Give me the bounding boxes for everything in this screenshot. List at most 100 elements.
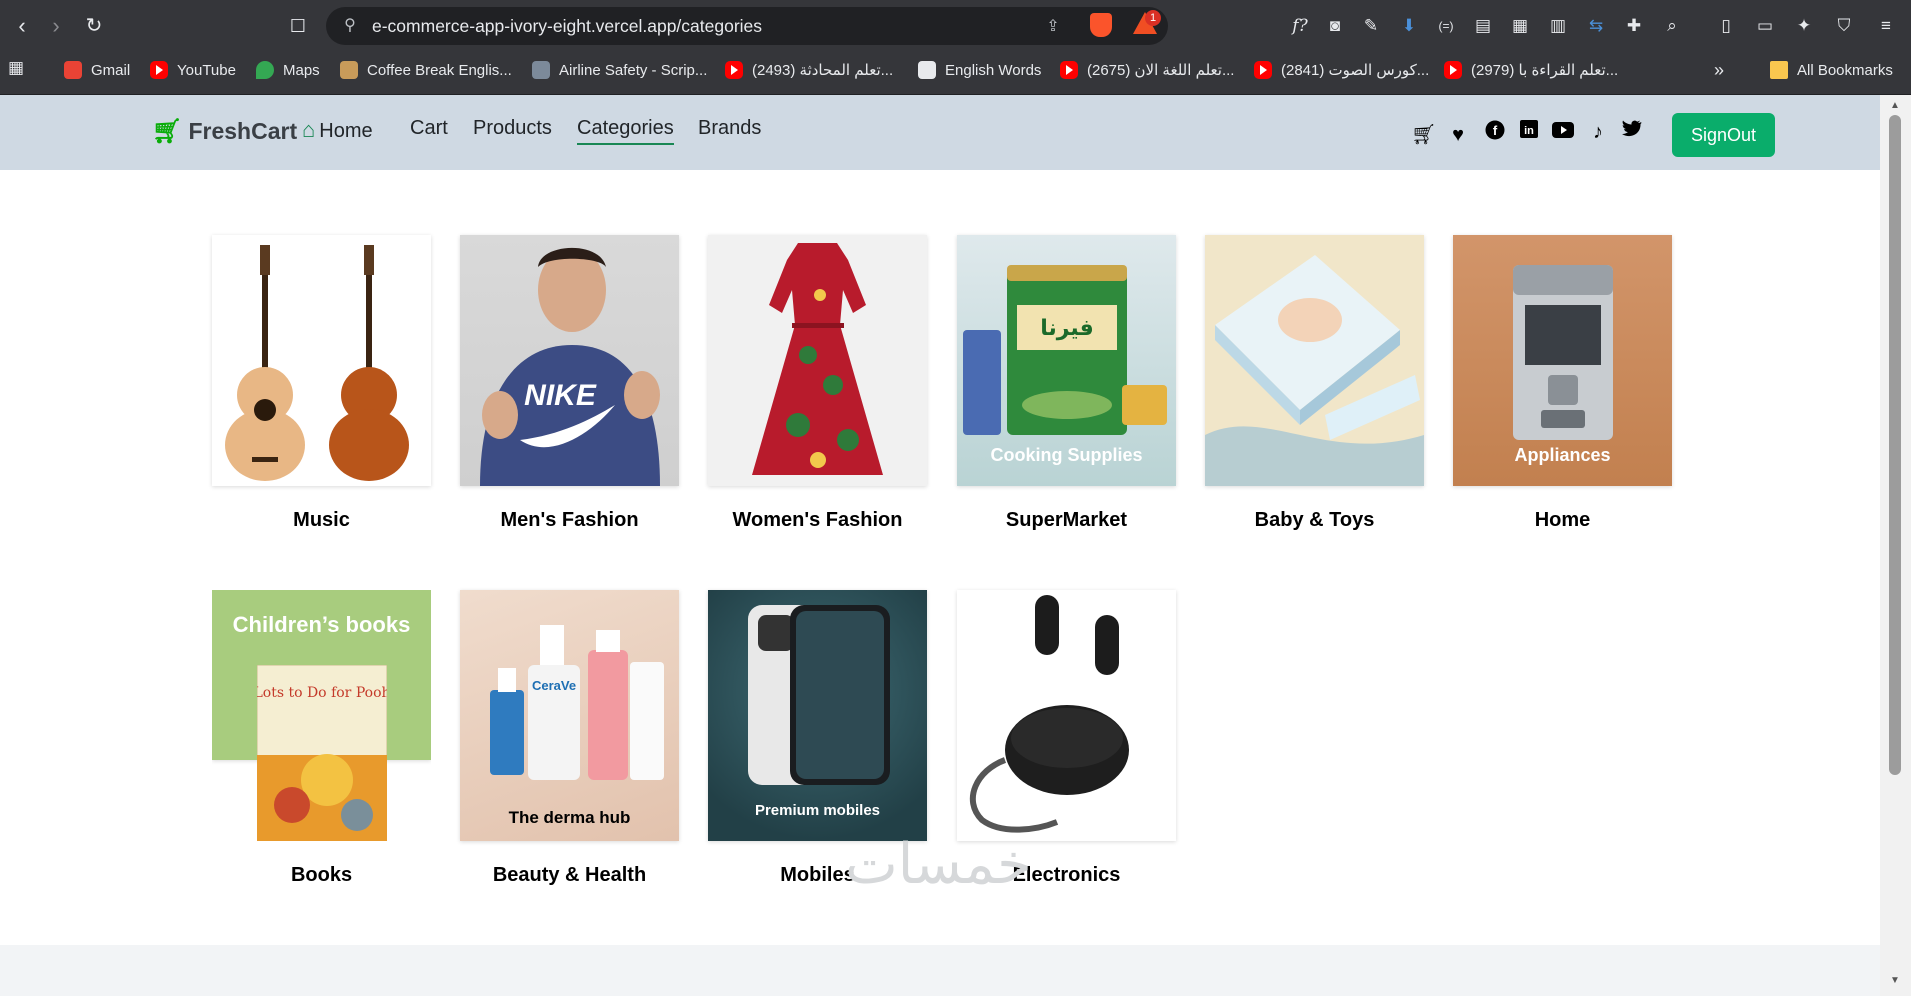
english-words-icon — [918, 61, 936, 79]
folder-icon — [1770, 61, 1788, 79]
svg-text:f: f — [1493, 123, 1498, 138]
fx-extension-icon[interactable]: f? — [1288, 14, 1312, 38]
download-icon[interactable]: ⬇ — [1397, 14, 1421, 38]
home-icon: ⌂ — [302, 117, 316, 142]
heart-icon[interactable]: ♥ — [1446, 123, 1470, 147]
nav-cart[interactable]: Cart — [410, 117, 448, 140]
docs-extension-icon[interactable]: ▤ — [1471, 14, 1495, 38]
vpn-icon[interactable]: ⛉ — [1832, 14, 1856, 38]
eyedropper-icon[interactable]: ✎ — [1359, 14, 1383, 38]
category-overlay-text: Cooking Supplies — [990, 445, 1143, 465]
youtube-icon — [1444, 61, 1462, 79]
bookmark-youtube-2841[interactable]: (2841) كورس الصوت... — [1254, 58, 1429, 82]
category-card-supermarket[interactable]: فيرنا Cooking Supplies SuperMarket — [957, 235, 1176, 531]
bookmark-youtube-2493[interactable]: (2493) تعلم المحادثة... — [725, 58, 893, 82]
category-card-beauty-health[interactable]: CeraVe The derma hub Beauty & Health — [460, 590, 679, 886]
screenshot-icon[interactable]: ⌕ — [1660, 14, 1684, 38]
baby-toys-image — [1205, 235, 1424, 486]
bookmark-maps[interactable]: Maps — [256, 58, 320, 82]
site-logo[interactable]: 🛒︎ FreshCart — [152, 117, 297, 146]
browser-toolbar: ‹ › ↻ ☐ ⚲ e-commerce-app-ivory-eight.ver… — [0, 0, 1911, 52]
wallet-icon[interactable]: ▭ — [1753, 14, 1777, 38]
twitter-icon[interactable] — [1620, 120, 1644, 144]
electronics-image — [957, 590, 1176, 841]
category-card-mobiles[interactable]: Premium mobiles Mobiles — [708, 590, 927, 886]
site-info-icon[interactable]: ⚲ — [340, 16, 360, 36]
nav-brands[interactable]: Brands — [698, 117, 761, 140]
cerave-brand-text: CeraVe — [532, 678, 576, 693]
nav-categories[interactable]: Categories — [577, 117, 674, 145]
bookmark-youtube-2979[interactable]: (2979) تعلم القراءة با... — [1444, 58, 1618, 82]
facebook-icon[interactable]: f — [1483, 120, 1507, 144]
bookmark-english-words[interactable]: English Words — [918, 58, 1041, 82]
category-overlay-text: Children’s books — [232, 612, 411, 637]
category-card-baby-toys[interactable]: Baby & Toys — [1205, 235, 1424, 531]
tiktok-icon[interactable]: ♪ — [1586, 120, 1610, 144]
code-extension-icon[interactable]: (=) — [1434, 14, 1458, 38]
category-card-electronics[interactable]: Electronics — [957, 590, 1176, 886]
home-image: Appliances — [1453, 235, 1672, 486]
nav-home[interactable]: ⌂ Home — [302, 117, 373, 143]
sidebar-icon[interactable]: ▯ — [1714, 14, 1738, 38]
site-navbar: 🛒︎ FreshCart ⌂ Home Cart Products Categor… — [0, 95, 1880, 170]
category-name: SuperMarket — [1005, 509, 1128, 531]
scroll-down-icon[interactable]: ▼ — [1890, 975, 1900, 986]
forward-icon[interactable]: › — [42, 12, 70, 40]
maps-icon — [256, 61, 274, 79]
category-card-womens-fashion[interactable]: Women's Fashion — [708, 235, 927, 531]
page-scrollbar[interactable]: ▲ ▼ — [1880, 95, 1911, 996]
scroll-up-icon[interactable]: ▲ — [1890, 100, 1900, 111]
category-overlay-text: The derma hub — [508, 808, 631, 827]
more-bookmarks-button[interactable]: » — [1714, 58, 1724, 82]
nav-products[interactable]: Products — [473, 117, 552, 140]
reader-extension-icon[interactable]: ▦ — [1508, 14, 1532, 38]
guitar-front-icon — [225, 245, 305, 481]
category-card-books[interactable]: Children’s books Lots to Do for Pooh Boo… — [212, 590, 431, 886]
youtube-icon — [1254, 61, 1272, 79]
signout-button[interactable]: SignOut — [1672, 113, 1775, 157]
reload-icon[interactable]: ↻ — [80, 12, 108, 40]
guitar-back-icon — [329, 245, 409, 481]
category-card-home[interactable]: Appliances Home — [1453, 235, 1672, 531]
back-icon[interactable]: ‹ — [8, 12, 36, 40]
category-card-mens-fashion[interactable]: NIKE Men's Fashion — [460, 235, 679, 531]
translate-icon[interactable]: ⇆ — [1584, 14, 1608, 38]
extension-icon[interactable]: ◙ — [1323, 14, 1347, 38]
cart-logo-icon: 🛒︎ — [152, 118, 183, 145]
puzzle-icon[interactable]: ✚ — [1622, 14, 1646, 38]
bookmark-youtube[interactable]: YouTube — [150, 58, 236, 82]
category-overlay-text: Premium mobiles — [754, 802, 881, 819]
url-text[interactable]: e-commerce-app-ivory-eight.vercel.app/ca… — [372, 7, 762, 45]
tools-extension-icon[interactable]: ▥ — [1546, 14, 1570, 38]
category-name: Women's Fashion — [732, 509, 903, 531]
category-name: Music — [293, 509, 350, 531]
nike-logo-text: NIKE — [524, 379, 597, 412]
linkedin-icon[interactable]: in — [1517, 120, 1541, 144]
youtube-social-icon[interactable] — [1551, 120, 1575, 144]
leo-ai-icon[interactable]: ✦ — [1792, 14, 1816, 38]
scroll-thumb[interactable] — [1889, 115, 1901, 775]
coffee-icon — [340, 61, 358, 79]
book-title-text: Lots to Do for Pooh — [257, 685, 387, 701]
bookmark-airline-safety[interactable]: Airline Safety - Scrip... — [532, 58, 707, 82]
all-bookmarks-button[interactable]: All Bookmarks — [1770, 58, 1893, 82]
bookmark-gmail[interactable]: Gmail — [64, 58, 130, 82]
bookmark-coffee-break[interactable]: Coffee Break Englis... — [340, 58, 512, 82]
mens-fashion-image: NIKE — [460, 235, 679, 486]
brave-shields-icon[interactable] — [1090, 13, 1112, 37]
airline-icon — [532, 61, 550, 79]
youtube-icon — [725, 61, 743, 79]
bookmark-youtube-2675[interactable]: (2675) تعلم اللغة الان... — [1060, 58, 1234, 82]
category-card-music[interactable]: Music — [212, 235, 431, 531]
cart-icon[interactable]: 🛒︎ — [1411, 123, 1436, 147]
category-name: Beauty & Health — [492, 864, 647, 886]
address-bar[interactable]: ⚲ e-commerce-app-ivory-eight.vercel.app/… — [326, 7, 1168, 45]
books-image: Children’s books Lots to Do for Pooh — [212, 590, 431, 841]
apps-grid-icon[interactable]: ▦ — [4, 56, 28, 80]
bookmark-page-icon[interactable]: ☐ — [284, 12, 312, 40]
menu-icon[interactable]: ≡ — [1874, 14, 1898, 38]
supermarket-can-text: فيرنا — [1040, 316, 1094, 341]
share-icon[interactable]: ⇪ — [1042, 16, 1064, 38]
music-image — [212, 235, 431, 486]
youtube-icon — [1060, 61, 1078, 79]
